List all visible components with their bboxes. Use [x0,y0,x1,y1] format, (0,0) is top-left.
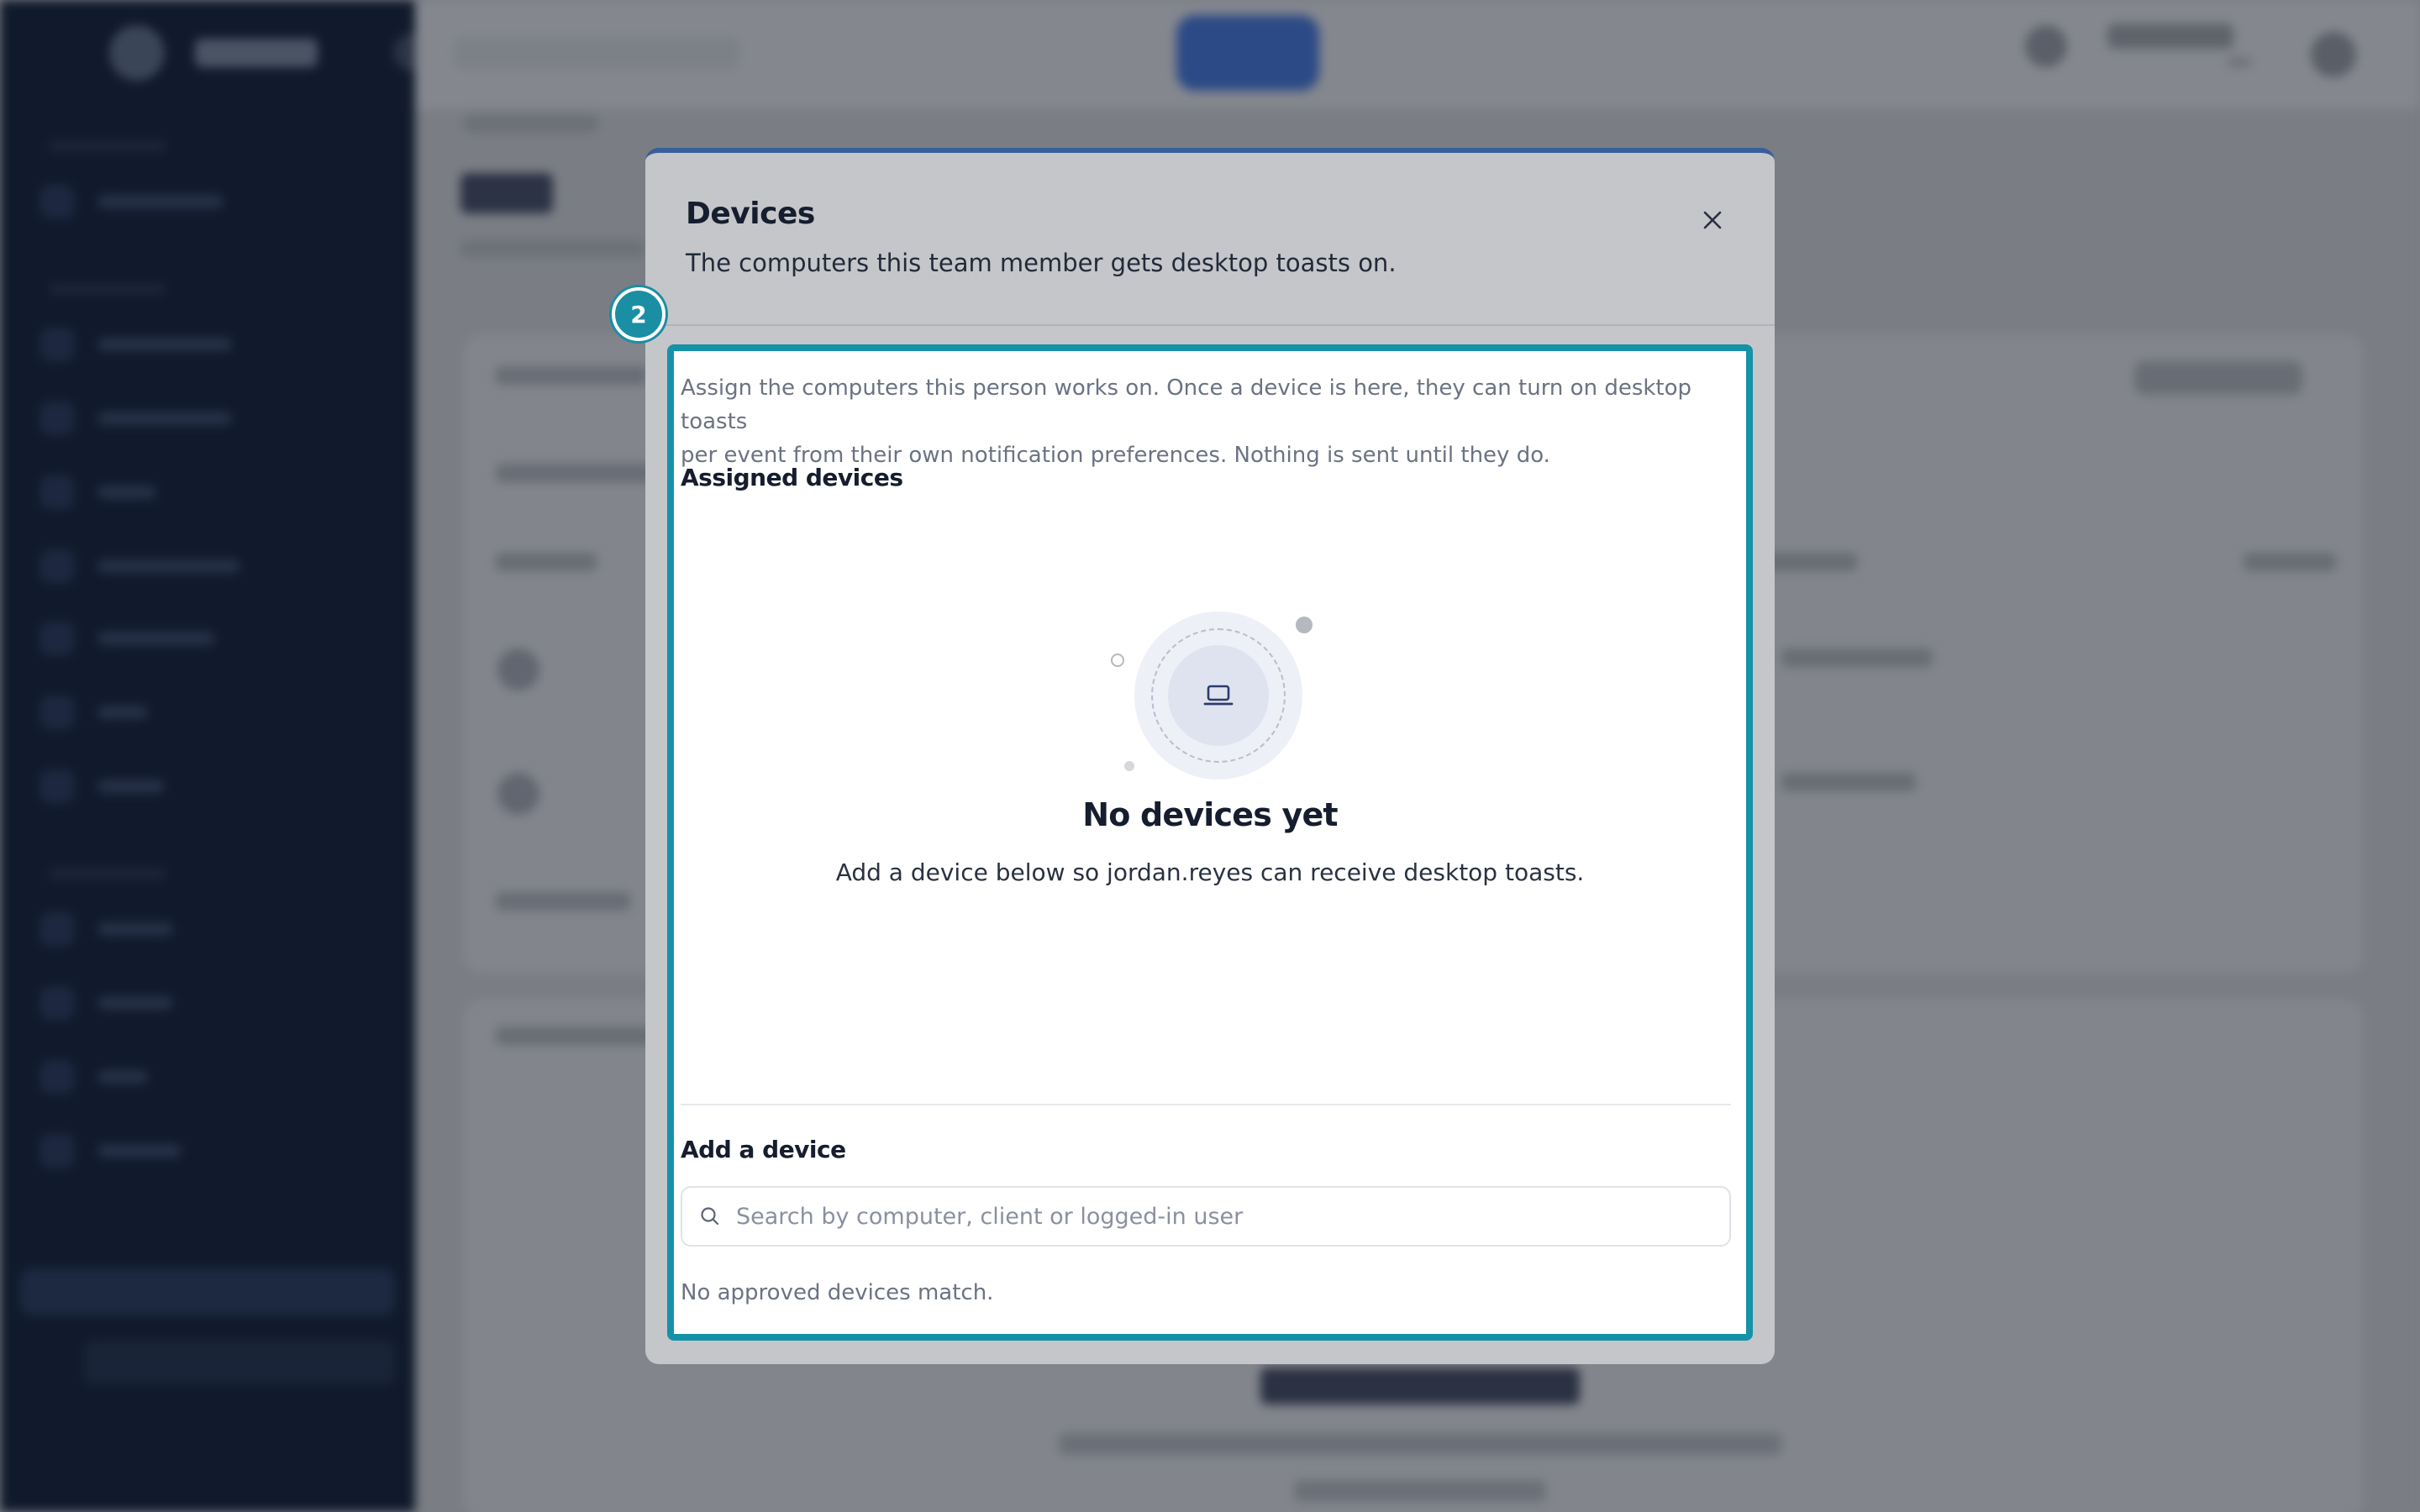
decor-dot [1111,654,1124,667]
modal-header: Devices The computers this team member g… [645,153,1775,326]
illustration-core [1168,645,1269,746]
bg-empty-text [1294,1480,1546,1502]
sidebar-item [40,986,173,1020]
bg-row [1781,648,1933,667]
bg-row-icon [497,648,539,690]
sidebar-item [40,622,215,655]
search-icon [701,1207,719,1226]
sidebar-item [40,185,224,218]
avatar [2025,25,2067,67]
modal-subtitle: The computers this team member gets desk… [686,249,1397,277]
close-button[interactable] [1694,202,1731,239]
step-badge: 2 [612,287,666,341]
page-subtitle [460,240,645,257]
panel-intro-line: Assign the computers this person works o… [681,375,1692,434]
bell-icon [2311,32,2356,77]
sidebar-item [40,769,165,803]
empty-state-title: No devices yet [1082,796,1338,833]
sidebar-item [40,912,173,946]
sidebar-section [49,284,166,294]
bg-row [496,892,630,911]
laptop-icon [1203,685,1234,706]
bg-empty-text [1059,1433,1781,1455]
logo-icon [109,25,165,81]
sidebar-section [49,869,166,879]
devices-panel: Assign the computers this person works o… [667,344,1753,1341]
topbar-user [2107,24,2233,49]
bg-row-icon [497,773,539,815]
bg-row [2134,361,2302,395]
add-device-heading: Add a device [681,1136,846,1163]
divider [681,1104,1731,1105]
close-icon [1703,211,1722,229]
sidebar-item [40,696,148,729]
empty-state-illustration [1109,603,1313,788]
sidebar-subitem-active [84,1341,395,1384]
bg-row [1765,553,1857,571]
device-search-field[interactable] [681,1186,1731,1247]
sidebar-item [40,1134,182,1168]
sidebar-section [49,141,166,151]
sidebar-item [40,549,240,583]
empty-state-text: Add a device below so jordan.reyes can r… [835,858,1585,886]
decor-dot [1124,761,1134,771]
bg-row [496,366,647,385]
sidebar-item [40,475,156,509]
device-search-input[interactable] [736,1203,1729,1230]
logo-wordmark [195,39,318,67]
sidebar [0,0,430,1512]
bg-empty-title [1260,1368,1580,1404]
bg-row [496,553,597,571]
sidebar-item [40,402,232,435]
breadcrumb [464,114,598,133]
sidebar-item [40,1060,148,1094]
sidebar-item [40,328,232,361]
sidebar-item-active [20,1268,395,1315]
topbar-user-role [2227,57,2252,67]
page-title [460,173,553,213]
modal-title: Devices [686,197,815,231]
assigned-devices-heading: Assigned devices [681,464,903,491]
bg-row [1781,773,1916,791]
no-match-text: No approved devices match. [681,1280,994,1305]
bg-row [2244,553,2336,571]
panel-intro: Assign the computers this person works o… [681,371,1697,472]
decor-dot [1296,617,1313,633]
topbar-search [454,37,739,69]
topbar-button [1176,15,1319,91]
